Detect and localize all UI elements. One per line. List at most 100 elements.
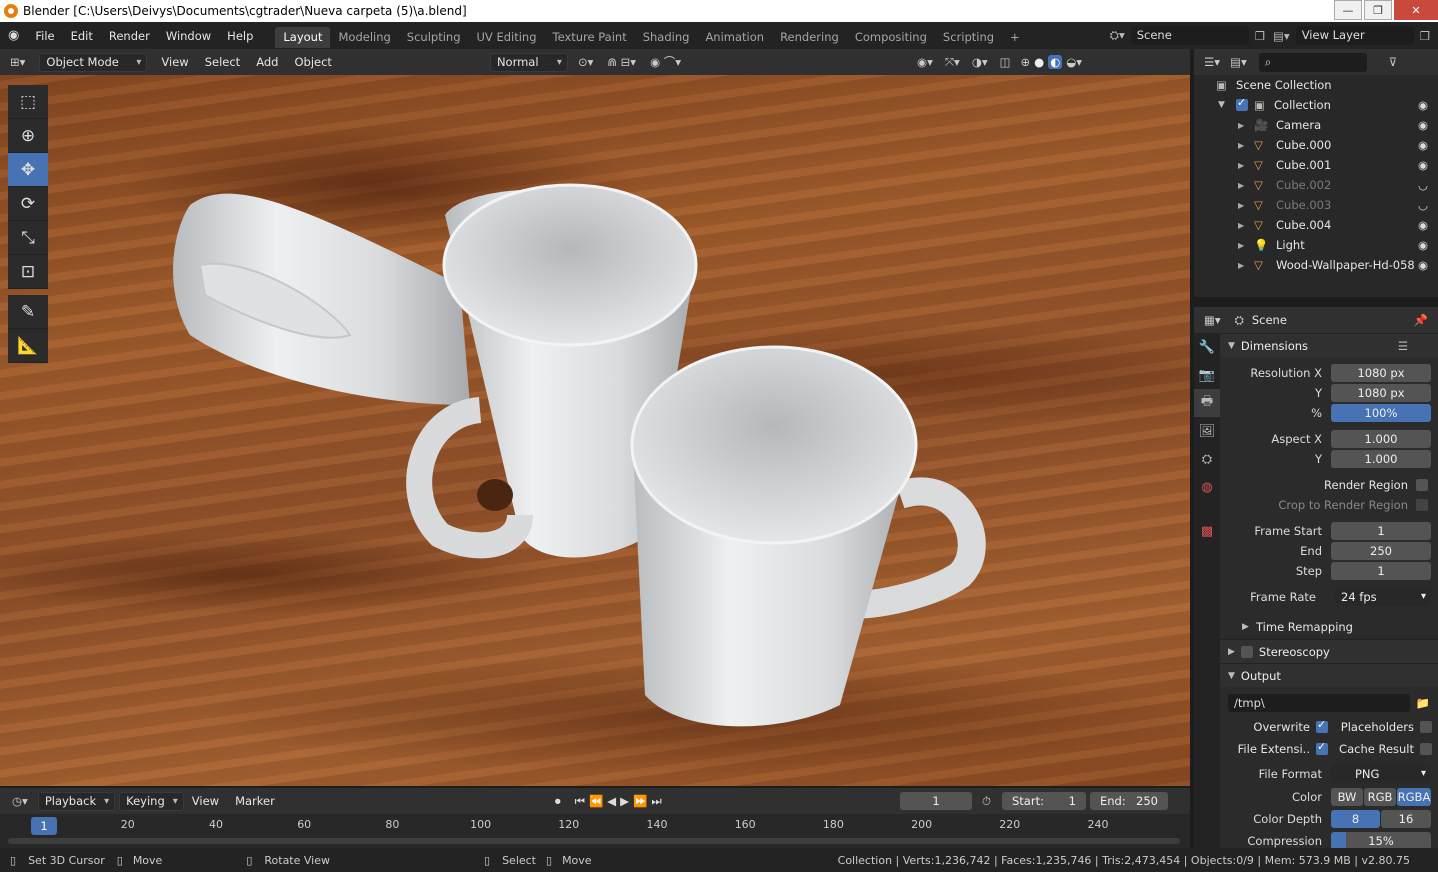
tab-uv-editing[interactable]: UV Editing — [469, 27, 545, 48]
transform-icon[interactable]: ⊡ — [8, 255, 48, 289]
frame-start-field[interactable]: 1 — [1331, 522, 1431, 540]
tab-animation[interactable]: Animation — [697, 27, 772, 48]
current-frame-field[interactable]: 1 — [900, 792, 972, 810]
render-tab-icon[interactable]: 📷 — [1194, 361, 1220, 389]
filter-icon[interactable]: ⊽ — [1389, 55, 1397, 69]
annotate-icon[interactable]: ✎ — [8, 295, 48, 329]
aspect-x-field[interactable]: 1.000 — [1331, 430, 1431, 448]
resolution-x-field[interactable]: 1080 px — [1331, 364, 1431, 382]
blender-menu-icon[interactable]: ◉ — [0, 28, 27, 43]
frame-step-field[interactable]: 1 — [1331, 562, 1431, 580]
depth-8-button[interactable]: 8 — [1331, 810, 1380, 828]
view-layer-field[interactable]: View Layer — [1295, 26, 1414, 45]
overwrite-checkbox[interactable] — [1316, 718, 1328, 733]
jump-start-icon[interactable]: ⏮ — [575, 794, 585, 809]
output-panel-header[interactable]: ▼ Output — [1220, 663, 1438, 687]
xray-icon[interactable]: ◫ — [1000, 55, 1011, 69]
mode-dropdown[interactable]: Object Mode — [39, 52, 148, 72]
scale-icon[interactable]: ⤡ — [8, 221, 48, 255]
menu-edit[interactable]: Edit — [63, 29, 101, 43]
gizmo-icon[interactable]: ⤧▾ — [945, 55, 960, 70]
tool-tab-icon[interactable]: 🔧 — [1194, 333, 1220, 361]
jump-keyframe-forward-icon[interactable]: ⏩ — [633, 794, 647, 808]
expand-arrow-icon[interactable]: ▶ — [1238, 141, 1244, 150]
tab-modeling[interactable]: Modeling — [330, 27, 398, 48]
eye-closed-icon[interactable]: ◡ — [1418, 198, 1428, 212]
outliner-item-cube-000[interactable]: ▶ ▽ Cube.000 ◉ — [1194, 135, 1438, 155]
file-ext-checkbox[interactable] — [1316, 740, 1328, 755]
record-icon[interactable]: ⏺ — [555, 794, 561, 809]
stopwatch-icon[interactable]: ⏱ — [982, 794, 991, 809]
shading-wireframe-icon[interactable]: ⊕ — [1021, 55, 1031, 69]
crop-region-checkbox[interactable] — [1416, 499, 1428, 511]
scene-name-field[interactable]: Scene — [1130, 26, 1249, 45]
placeholders-checkbox[interactable] — [1420, 721, 1432, 733]
menu-select[interactable]: Select — [197, 55, 248, 69]
timeline-scrollbar[interactable] — [8, 838, 1180, 844]
menu-help[interactable]: Help — [219, 29, 261, 43]
3d-viewport[interactable]: ⬚ ⊕ ✥ ⟳ ⤡ ⊡ ✎ 📐 — [0, 75, 1190, 786]
color-bw-button[interactable]: BW — [1331, 788, 1363, 806]
tab-scripting[interactable]: Scripting — [935, 27, 1002, 48]
jump-keyframe-back-icon[interactable]: ⏪ — [589, 794, 603, 808]
marker-menu[interactable]: Marker — [227, 794, 283, 808]
outliner-search-input[interactable]: ⌕ — [1258, 52, 1367, 72]
timeline-end-field[interactable]: End: 250 — [1090, 792, 1168, 810]
expand-arrow-icon[interactable]: ▶ — [1238, 201, 1244, 210]
outliner-editor-icon[interactable]: ☰▾ — [1204, 55, 1220, 69]
frame-end-field[interactable]: 250 — [1331, 542, 1431, 560]
visibility-icon[interactable]: ◉▾ — [917, 55, 933, 69]
output-path-input[interactable]: /tmp\ — [1228, 694, 1410, 712]
close-button[interactable]: ✕ — [1394, 0, 1438, 20]
properties-editor-icon[interactable]: ▦▾ — [1204, 313, 1221, 327]
play-reverse-icon[interactable]: ◀ — [607, 794, 616, 808]
tab-compositing[interactable]: Compositing — [847, 27, 935, 48]
select-box-icon[interactable]: ⬚ — [8, 85, 48, 119]
tab-shading[interactable]: Shading — [635, 27, 698, 48]
jump-end-icon[interactable]: ⏭ — [651, 794, 661, 809]
color-rgb-button[interactable]: RGB — [1364, 788, 1396, 806]
expand-arrow-icon[interactable]: ▶ — [1238, 161, 1244, 170]
move-icon[interactable]: ✥ — [8, 153, 48, 187]
collection-row[interactable]: ▼ ▣ Collection ◉ — [1194, 95, 1438, 115]
scene-tab-icon[interactable]: ⛭ — [1194, 445, 1220, 473]
presets-icon[interactable]: ☰ — [1398, 339, 1408, 353]
outliner-item-cube-002[interactable]: ▶ ▽ Cube.002 ◡ — [1194, 175, 1438, 195]
cursor-icon[interactable]: ⊕ — [8, 119, 48, 153]
frame-rate-dropdown[interactable]: 24 fps ▾ — [1335, 588, 1431, 606]
folder-icon[interactable]: 📁 — [1416, 696, 1430, 710]
maximize-button[interactable]: ❐ — [1364, 0, 1392, 20]
pivot-icon[interactable]: ⊙▾ — [578, 55, 593, 69]
timeline-area[interactable]: 1 20 40 60 80 100 120 140 160 180 200 220 240 — [0, 814, 1190, 848]
stereoscopy-checkbox[interactable] — [1240, 645, 1253, 658]
minimize-button[interactable]: — — [1334, 0, 1362, 20]
dimensions-panel-header[interactable]: ▼ Dimensions ☰ — [1220, 333, 1438, 357]
shading-material-icon[interactable]: ◐ — [1048, 55, 1063, 69]
resolution-percent-slider[interactable]: 100% — [1331, 404, 1431, 422]
aspect-y-field[interactable]: 1.000 — [1331, 450, 1431, 468]
tab-rendering[interactable]: Rendering — [772, 27, 847, 48]
play-icon[interactable]: ▶ — [620, 794, 629, 808]
color-rgba-button[interactable]: RGBA — [1397, 788, 1431, 806]
expand-arrow-icon[interactable]: ▶ — [1238, 181, 1244, 190]
shading-rendered-icon[interactable]: ◒▾ — [1066, 55, 1082, 69]
menu-file[interactable]: File — [27, 29, 62, 43]
new-view-layer-icon[interactable]: ❐ — [1420, 29, 1430, 43]
tab-texture-paint[interactable]: Texture Paint — [545, 27, 635, 48]
overlay-icon[interactable]: ◑▾ — [972, 55, 988, 69]
menu-render[interactable]: Render — [101, 29, 158, 43]
expand-arrow-icon[interactable]: ▶ — [1238, 221, 1244, 230]
output-tab-icon[interactable]: 🖶 — [1194, 389, 1220, 417]
cache-result-checkbox[interactable] — [1420, 743, 1432, 755]
depth-16-button[interactable]: 16 — [1381, 810, 1431, 828]
outliner-item-cube-004[interactable]: ▶ ▽ Cube.004 ◉ — [1194, 215, 1438, 235]
eye-icon[interactable]: ◉ — [1418, 138, 1428, 152]
view-layer-tab-icon[interactable]: 🖼 — [1194, 417, 1220, 445]
new-scene-icon[interactable]: ❐ — [1255, 29, 1265, 43]
eye-closed-icon[interactable]: ◡ — [1418, 178, 1428, 192]
measure-icon[interactable]: 📐 — [8, 329, 48, 363]
eye-icon[interactable]: ◉ — [1418, 158, 1428, 172]
rotate-icon[interactable]: ⟳ — [8, 187, 48, 221]
scene-browse-icon[interactable]: ⛭▾ — [1110, 28, 1125, 43]
eye-icon[interactable]: ◉ — [1418, 118, 1428, 132]
